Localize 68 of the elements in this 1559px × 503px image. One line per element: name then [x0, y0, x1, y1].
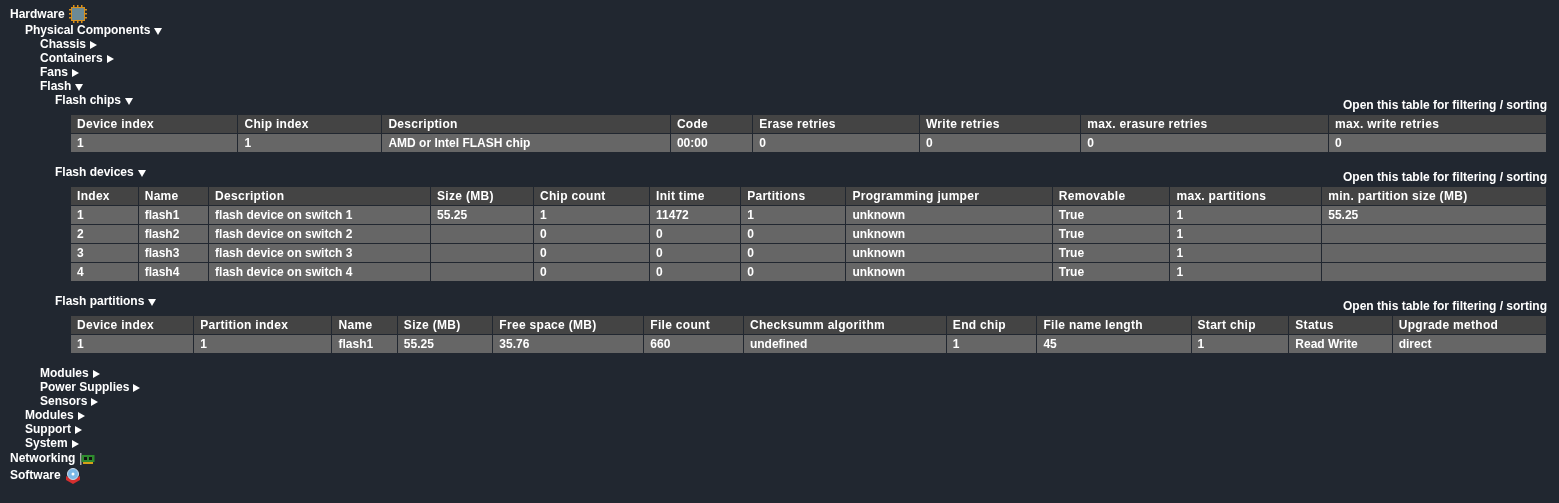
- network-card-icon: [79, 452, 96, 465]
- column-header[interactable]: Device index: [70, 114, 238, 134]
- column-header[interactable]: Programming jumper: [845, 186, 1053, 206]
- caret-icon[interactable]: [154, 27, 163, 35]
- column-header[interactable]: Status: [1288, 315, 1393, 335]
- tree-item[interactable]: Software: [10, 467, 61, 484]
- column-header[interactable]: Name: [332, 315, 398, 335]
- tree-item[interactable]: Modules: [25, 408, 74, 422]
- caret-icon[interactable]: [137, 169, 146, 177]
- caret-icon[interactable]: [148, 298, 157, 306]
- column-header[interactable]: Chip index: [237, 114, 382, 134]
- table-link[interactable]: Open this table for filtering / sorting: [1343, 299, 1547, 313]
- column-header[interactable]: Removable: [1052, 186, 1170, 206]
- tree-item[interactable]: Flash devices: [55, 165, 134, 179]
- caret-icon[interactable]: [75, 425, 82, 434]
- caret-icon[interactable]: [125, 97, 134, 105]
- caret-icon[interactable]: [75, 83, 84, 91]
- caret-icon[interactable]: [90, 40, 98, 49]
- tree-item[interactable]: Physical Components: [25, 23, 151, 37]
- column-header[interactable]: Description: [381, 114, 671, 134]
- column-header[interactable]: max. erasure retries: [1080, 114, 1329, 134]
- column-header[interactable]: Chip count: [533, 186, 650, 206]
- tree-item[interactable]: System: [25, 436, 68, 450]
- tree-item[interactable]: Chassis: [40, 37, 87, 51]
- column-header[interactable]: Write retries: [919, 114, 1081, 134]
- tree-item[interactable]: Sensors: [40, 394, 88, 408]
- column-header[interactable]: File count: [643, 315, 744, 335]
- column-header[interactable]: Start chip: [1191, 315, 1289, 335]
- caret-icon[interactable]: [106, 54, 114, 63]
- column-header[interactable]: Name: [138, 186, 209, 206]
- caret-icon[interactable]: [71, 439, 79, 448]
- column-header[interactable]: min. partition size (MB): [1321, 186, 1547, 206]
- column-header[interactable]: Size (MB): [397, 315, 493, 335]
- tree-item[interactable]: Flash: [40, 79, 72, 93]
- column-header[interactable]: Init time: [649, 186, 741, 206]
- disc-box-icon: [64, 467, 81, 484]
- column-header[interactable]: Index: [70, 186, 139, 206]
- tree-item[interactable]: Flash chips: [55, 93, 122, 107]
- chip-icon: [68, 5, 87, 23]
- column-header[interactable]: End chip: [946, 315, 1037, 335]
- column-header[interactable]: max. write retries: [1328, 114, 1547, 134]
- tree-item[interactable]: Fans: [40, 65, 68, 79]
- column-header[interactable]: Free space (MB): [492, 315, 644, 335]
- caret-icon[interactable]: [92, 369, 100, 378]
- tree-item[interactable]: Hardware: [10, 5, 65, 23]
- column-header[interactable]: Partitions: [740, 186, 846, 206]
- caret-icon[interactable]: [91, 397, 99, 406]
- table-link[interactable]: Open this table for filtering / sorting: [1343, 98, 1547, 112]
- column-header[interactable]: Checksumm algorithm: [743, 315, 947, 335]
- tree-item[interactable]: Power Supplies: [40, 380, 130, 394]
- column-header[interactable]: Description: [208, 186, 431, 206]
- tree-item[interactable]: Support: [25, 422, 71, 436]
- caret-icon[interactable]: [133, 383, 141, 392]
- caret-icon[interactable]: [72, 68, 79, 77]
- tree-item[interactable]: Containers: [40, 51, 103, 65]
- column-header[interactable]: Device index: [70, 315, 194, 335]
- column-header[interactable]: Erase retries: [752, 114, 920, 134]
- tree-item[interactable]: Flash partitions: [55, 294, 145, 308]
- column-header[interactable]: max. partitions: [1169, 186, 1322, 206]
- column-header[interactable]: Code: [670, 114, 753, 134]
- table-link[interactable]: Open this table for filtering / sorting: [1343, 170, 1547, 184]
- column-header[interactable]: Upgrade method: [1392, 315, 1547, 335]
- caret-icon[interactable]: [77, 411, 85, 420]
- tree-item[interactable]: Modules: [40, 366, 89, 380]
- column-header[interactable]: Partition index: [193, 315, 332, 335]
- column-header[interactable]: Size (MB): [430, 186, 534, 206]
- column-header[interactable]: File name length: [1036, 315, 1192, 335]
- tree-item[interactable]: Networking: [10, 450, 76, 467]
